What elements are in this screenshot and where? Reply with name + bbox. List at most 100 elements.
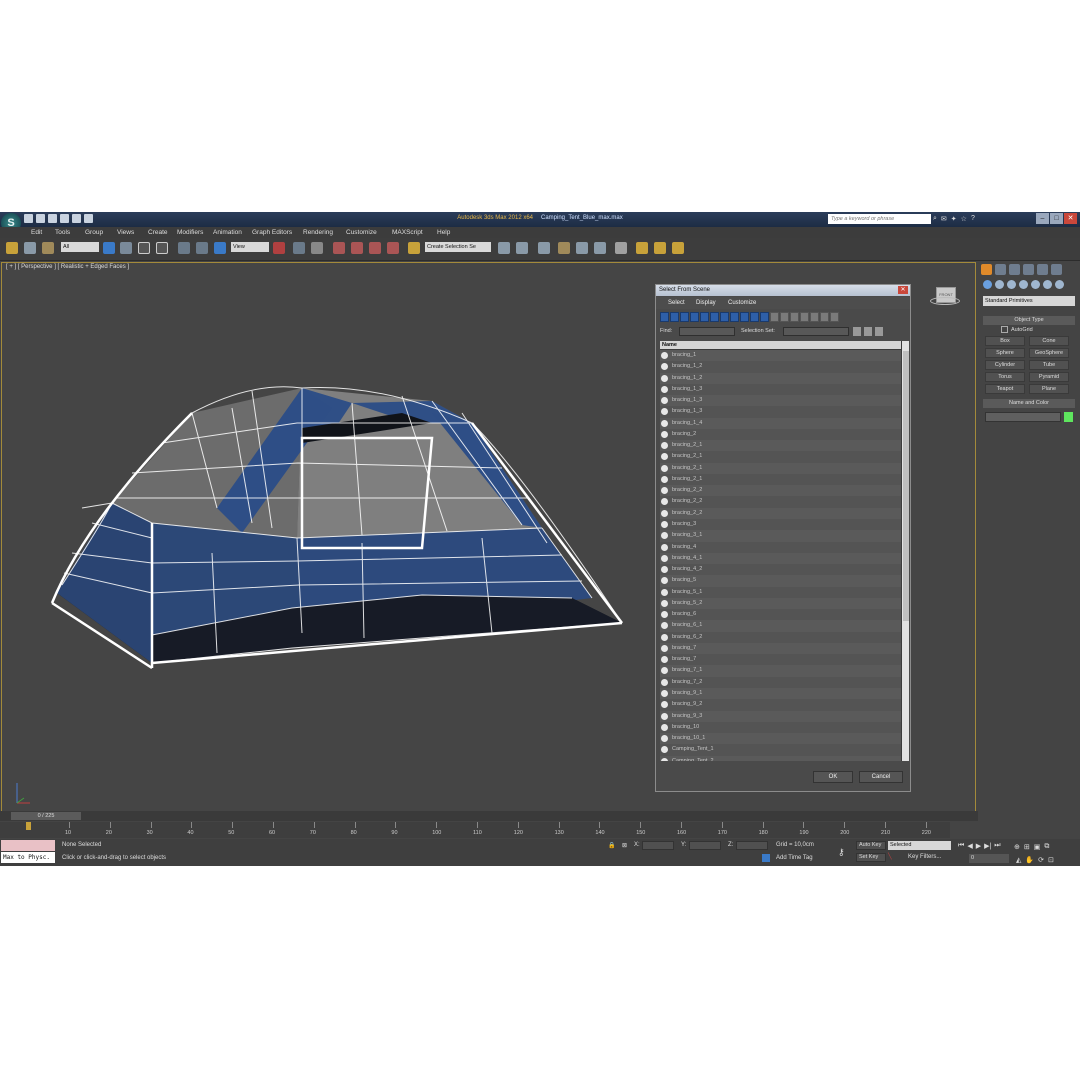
subscription-icon[interactable]: ✉ (941, 215, 947, 223)
maximize-viewport-icon[interactable]: ⊡ (1048, 856, 1054, 864)
list-item[interactable]: bracing_1_3 (660, 395, 901, 407)
render-production-icon[interactable] (672, 242, 684, 254)
list-item[interactable]: bracing_1_4 (660, 417, 901, 429)
list-item[interactable]: bracing_1_3 (660, 383, 901, 396)
pan-icon[interactable]: ✋ (1025, 856, 1034, 864)
menu-group[interactable]: Group (85, 229, 103, 236)
display-shapes-icon[interactable] (670, 312, 679, 322)
menu-animation[interactable]: Animation (213, 229, 242, 236)
list-item[interactable]: bracing_7_1 (660, 665, 901, 677)
geometry-icon[interactable] (983, 280, 992, 289)
zoom-extents-all-icon[interactable]: ⧉ (1044, 843, 1049, 851)
named-selection-set-dropdown[interactable]: Create Selection Se (425, 242, 491, 252)
list-item[interactable]: bracing_1_2 (660, 361, 901, 373)
list-item[interactable]: bracing_2_2 (660, 507, 901, 519)
list-item[interactable]: bracing_6_2 (660, 631, 901, 643)
list-item[interactable]: bracing_2_1 (660, 451, 901, 463)
list-item[interactable]: bracing_4_1 (660, 552, 901, 565)
zoom-extents-icon[interactable]: ▣ (1034, 843, 1041, 851)
select-by-name-icon[interactable] (120, 242, 132, 254)
list-item[interactable]: bracing_6 (660, 609, 901, 621)
next-frame-icon[interactable]: ▶| (984, 842, 991, 850)
move-icon[interactable] (178, 242, 190, 254)
list-item[interactable]: bracing_7 (660, 654, 901, 666)
list-item[interactable]: bracing_7_2 (660, 676, 901, 688)
dialog-close-button[interactable]: ✕ (898, 286, 908, 294)
add-time-tag[interactable]: Add Time Tag (776, 855, 813, 861)
layer-manager-icon[interactable] (538, 242, 550, 254)
menu-modifiers[interactable]: Modifiers (177, 229, 203, 236)
rotate-icon[interactable] (196, 242, 208, 254)
list-item[interactable]: bracing_3_1 (660, 530, 901, 542)
dialog-menu-select[interactable]: Select (668, 300, 685, 306)
lock-selection-icon[interactable]: 🔒 (608, 842, 615, 849)
cone-button[interactable]: Cone (1029, 336, 1069, 346)
pyramid-button[interactable]: Pyramid (1029, 372, 1069, 382)
list-item[interactable]: bracing_1_2 (660, 372, 901, 384)
find-input[interactable] (679, 327, 735, 336)
space-warps-icon[interactable] (1043, 280, 1052, 289)
object-name-field[interactable] (985, 412, 1061, 422)
absolute-mode-icon[interactable]: ⊠ (622, 842, 627, 849)
display-cameras-icon[interactable] (690, 312, 699, 322)
list-scrollbar[interactable] (902, 341, 909, 761)
display-frozen-icon[interactable] (760, 312, 769, 322)
zoom-icon[interactable]: ⊕ (1014, 843, 1020, 851)
plane-button[interactable]: Plane (1029, 384, 1069, 394)
previous-frame-icon[interactable]: ◀ (967, 842, 972, 850)
torus-button[interactable]: Torus (985, 372, 1025, 382)
select-manipulate-icon[interactable] (293, 242, 305, 254)
list-item[interactable]: bracing_9_1 (660, 687, 901, 700)
remove-from-set-icon[interactable] (875, 327, 883, 336)
menu-tools[interactable]: Tools (55, 229, 70, 236)
teapot-button[interactable]: Teapot (985, 384, 1025, 394)
dialog-menu-customize[interactable]: Customize (728, 300, 756, 306)
autogrid-box[interactable] (1001, 326, 1008, 333)
close-button[interactable]: ✕ (1064, 213, 1077, 224)
cylinder-button[interactable]: Cylinder (985, 360, 1025, 370)
curve-editor-icon[interactable] (576, 242, 588, 254)
list-item[interactable]: bracing_4 (660, 541, 901, 553)
default-in-out-icon[interactable]: ╲ (888, 853, 892, 860)
key-filters-button[interactable]: Key Filters... (908, 854, 941, 860)
communication-icon[interactable]: ✦ (951, 215, 957, 223)
go-to-start-icon[interactable]: ⏮ (958, 842, 964, 850)
box-button[interactable]: Box (985, 336, 1025, 346)
list-item[interactable]: bracing_5_2 (660, 597, 901, 610)
menu-create[interactable]: Create (148, 229, 168, 236)
list-item[interactable]: bracing_2_1 (660, 440, 901, 452)
autogrid-checkbox[interactable]: AutoGrid (1001, 326, 1033, 333)
display-tab-icon[interactable] (1037, 264, 1048, 275)
list-item[interactable]: bracing_10_1 (660, 733, 901, 745)
motion-tab-icon[interactable] (1023, 264, 1034, 275)
lights-icon[interactable] (1007, 280, 1016, 289)
hierarchy-tab-icon[interactable] (1009, 264, 1020, 275)
list-item[interactable]: bracing_3 (660, 518, 901, 531)
favorites-icon[interactable]: ☆ (961, 215, 967, 223)
list-item[interactable]: bracing_10 (660, 721, 901, 734)
dialog-menu-display[interactable]: Display (696, 300, 716, 306)
help-search-input[interactable]: Type a keyword or phrase (828, 214, 931, 224)
render-setup-icon[interactable] (636, 242, 648, 254)
menu-maxscript[interactable]: MAXScript (392, 229, 423, 236)
display-all-icon[interactable] (780, 312, 789, 322)
display-bones-icon[interactable] (740, 312, 749, 322)
current-frame-field[interactable]: 0 (969, 854, 1009, 863)
cameras-icon[interactable] (1019, 280, 1028, 289)
menu-graph-editors[interactable]: Graph Editors (252, 229, 292, 236)
time-tag-icon[interactable] (762, 854, 770, 862)
snaps-toggle-icon[interactable] (333, 242, 345, 254)
list-item[interactable]: bracing_9_3 (660, 710, 901, 722)
material-editor-icon[interactable] (615, 242, 627, 254)
go-to-end-icon[interactable]: ⏭ (994, 842, 1000, 850)
list-item[interactable]: bracing_5_1 (660, 586, 901, 598)
link-icon[interactable] (6, 242, 18, 254)
shapes-icon[interactable] (995, 280, 1004, 289)
bind-space-warp-icon[interactable] (42, 242, 54, 254)
align-icon[interactable] (516, 242, 528, 254)
list-item[interactable]: bracing_2_2 (660, 485, 901, 497)
viewcube-icon[interactable]: FRONT (930, 283, 960, 305)
display-helpers-icon[interactable] (700, 312, 709, 322)
object-type-rollout[interactable]: Object Type (983, 316, 1075, 325)
name-column-header[interactable]: Name (660, 341, 901, 349)
